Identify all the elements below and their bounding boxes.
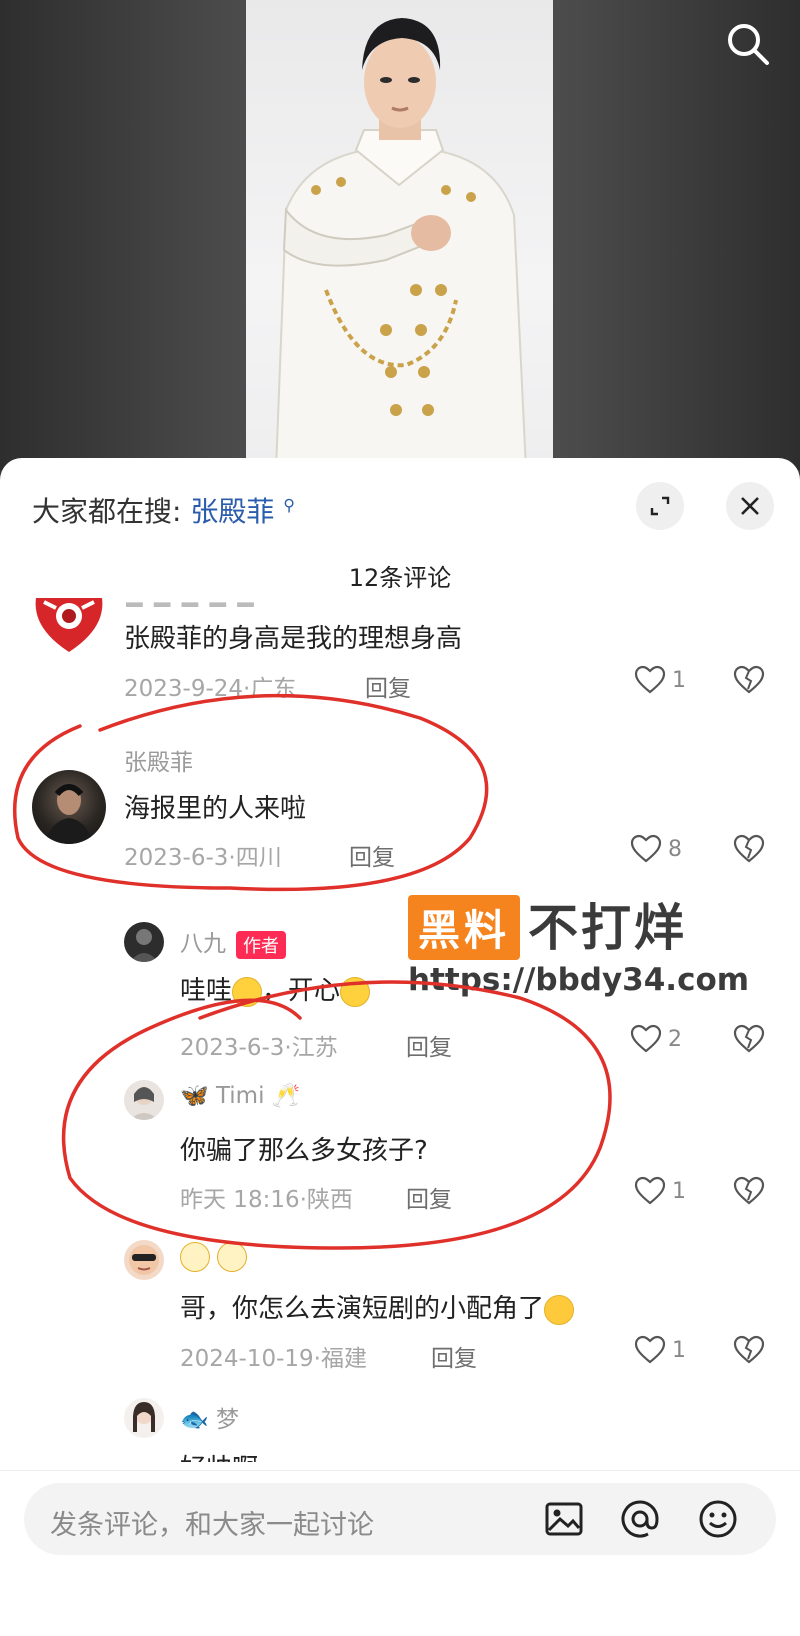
search-icon[interactable] — [724, 20, 772, 68]
comment-text: 张殿菲的身高是我的理想身高 — [124, 624, 463, 654]
comment-text: 哇哇 ，开心 — [180, 970, 371, 1007]
reply-username: Timi — [215, 1083, 265, 1109]
hot-search-keyword[interactable]: 张殿菲 — [190, 495, 274, 528]
neutral-face-icon — [217, 1242, 248, 1272]
broken-heart-icon — [733, 1176, 765, 1205]
dislike-button[interactable] — [733, 834, 765, 868]
comment-meta: 昨天 18:16·陕西 — [180, 1187, 353, 1213]
like-count: 2 — [668, 1026, 682, 1052]
expand-button[interactable] — [636, 482, 684, 530]
expand-icon — [650, 496, 670, 516]
butterfly-icon: 🦋 — [180, 1083, 209, 1109]
close-button[interactable] — [726, 482, 774, 530]
clipped-username: ▬ ▬ ▬ ▬ ▬ — [124, 593, 256, 607]
reply-username: 八九 — [180, 931, 226, 957]
neutral-face-icon — [180, 1242, 210, 1272]
hot-search-bar[interactable]: 大家都在搜: 张殿菲 ⚲ — [32, 490, 295, 530]
close-icon — [741, 497, 759, 515]
broken-heart-icon — [733, 1024, 765, 1053]
smile-emoji-icon — [340, 976, 371, 1007]
avatar[interactable] — [32, 598, 106, 654]
heart-icon — [634, 665, 666, 694]
avatar[interactable] — [32, 770, 106, 844]
comment-text: 哥，你怎么去演短剧的小配角了 — [180, 1288, 575, 1325]
image-icon[interactable] — [542, 1497, 586, 1541]
like-count: 1 — [672, 1178, 686, 1204]
author-badge: 作者 — [236, 930, 286, 959]
video-player[interactable] — [0, 0, 800, 470]
avatar[interactable] — [124, 1240, 164, 1280]
comment-count: 12条评论 — [348, 564, 452, 592]
watermark-text: 不打烊 — [528, 899, 688, 957]
comment-text: 你骗了那么多女孩子? — [180, 1136, 428, 1166]
emoji-icon[interactable] — [696, 1497, 740, 1541]
comment-meta: 2023-6-3·江苏 — [180, 1035, 338, 1061]
heart-icon — [634, 1176, 666, 1205]
comment-username[interactable] — [180, 1242, 248, 1272]
comment-input[interactable]: 发条评论，和大家一起讨论 — [24, 1483, 776, 1555]
watermark-url: https://bbdy34.com — [408, 962, 750, 998]
comment-text: 好帅啊 — [180, 1448, 258, 1462]
broken-heart-icon — [733, 1335, 765, 1364]
comment-meta: 2024-10-19·福建 — [180, 1346, 367, 1372]
reply-button[interactable]: 回复 — [431, 1339, 477, 1373]
reply-text: 哥，你怎么去演短剧的小配角了 — [180, 1294, 545, 1324]
like-count: 1 — [672, 1337, 686, 1363]
reply-text-b: ，开心 — [262, 976, 341, 1006]
hot-search-keyword-icon: ⚲ — [283, 495, 295, 515]
comment-input-placeholder: 发条评论，和大家一起讨论 — [50, 1510, 374, 1541]
like-button[interactable]: 1 — [634, 1335, 686, 1365]
comment-sheet: 大家都在搜: 张殿菲 ⚲ 12条评论 ▬ ▬ ▬ ▬ ▬ 张殿菲的身高是我的理想… — [0, 458, 800, 1635]
like-count: 8 — [668, 836, 682, 862]
comment-username[interactable]: 🦋 Timi 🥂 — [180, 1082, 300, 1109]
poster-image — [246, 0, 553, 470]
grin-squint-emoji-icon — [232, 976, 263, 1007]
avatar[interactable] — [124, 1398, 164, 1438]
reply-username: 梦 — [215, 1407, 239, 1433]
hot-search-prefix: 大家都在搜: — [32, 495, 182, 528]
watermark: 黑料 不打烊 https://bbdy34.com — [408, 888, 749, 998]
reply-text-a: 哇哇 — [180, 976, 233, 1006]
comment-meta: 2023-9-24·广东 — [124, 676, 297, 702]
broken-heart-icon — [733, 665, 765, 694]
avatar[interactable] — [124, 1080, 164, 1120]
fish-icon: 🐟 — [180, 1407, 209, 1433]
comment-text: 海报里的人来啦 — [124, 794, 307, 824]
heart-icon — [634, 1335, 666, 1364]
like-button[interactable]: 1 — [634, 665, 686, 695]
watermark-box: 黑料 — [408, 895, 521, 960]
comment-username[interactable]: 🐟 梦 — [180, 1400, 239, 1434]
dislike-button[interactable] — [733, 1176, 765, 1210]
comment-username[interactable]: 张殿菲 — [124, 743, 193, 777]
reply-button[interactable]: 回复 — [349, 838, 395, 872]
heart-icon — [630, 834, 662, 863]
dislike-button[interactable] — [733, 1024, 765, 1058]
like-button[interactable]: 1 — [634, 1176, 686, 1206]
comment-input-bar: 发条评论，和大家一起讨论 — [0, 1470, 800, 1636]
avatar[interactable] — [124, 922, 164, 962]
comment-username[interactable]: 八九 作者 — [180, 924, 286, 959]
comment-meta: 2023-6-3·四川 — [124, 845, 282, 871]
dislike-button[interactable] — [733, 1335, 765, 1369]
crying-emoji-icon — [544, 1294, 575, 1325]
champagne-icon: 🥂 — [271, 1083, 301, 1109]
reply-button[interactable]: 回复 — [406, 1180, 452, 1214]
broken-heart-icon — [733, 834, 765, 863]
reply-button[interactable]: 回复 — [406, 1028, 452, 1062]
heart-icon — [630, 1024, 662, 1053]
at-mention-icon[interactable] — [618, 1497, 662, 1541]
reply-button[interactable]: 回复 — [365, 669, 411, 703]
like-button[interactable]: 2 — [630, 1024, 682, 1054]
like-button[interactable]: 8 — [630, 834, 682, 864]
dislike-button[interactable] — [733, 665, 765, 699]
like-count: 1 — [672, 667, 686, 693]
